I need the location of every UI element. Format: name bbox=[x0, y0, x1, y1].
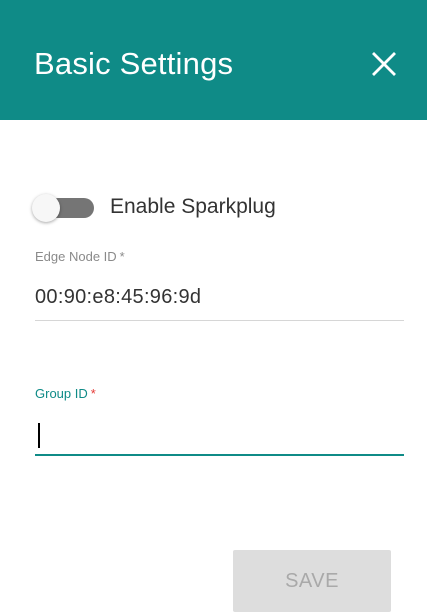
group-id-label: Group ID * bbox=[35, 385, 96, 403]
close-icon bbox=[372, 52, 396, 76]
save-button[interactable]: SAVE bbox=[233, 550, 391, 612]
text-cursor bbox=[38, 423, 40, 448]
enable-sparkplug-label: Enable Sparkplug bbox=[110, 195, 276, 218]
edge-node-id-value: 00:90:e8:45:96:9d bbox=[35, 286, 202, 308]
edge-node-id-required-mark: * bbox=[119, 249, 125, 264]
edge-node-id-label-text: Edge Node ID bbox=[35, 249, 117, 264]
toggle-thumb bbox=[32, 194, 60, 222]
group-id-label-text: Group ID bbox=[35, 386, 88, 401]
edge-node-id-underline bbox=[35, 320, 404, 321]
group-id-required-mark: * bbox=[90, 386, 96, 401]
close-button[interactable] bbox=[364, 44, 404, 84]
group-id-input[interactable] bbox=[35, 418, 404, 456]
dialog-header: Basic Settings bbox=[0, 0, 427, 120]
dialog-title: Basic Settings bbox=[34, 46, 234, 81]
enable-sparkplug-toggle[interactable] bbox=[32, 194, 98, 222]
edge-node-id-label: Edge Node ID * bbox=[35, 248, 125, 266]
